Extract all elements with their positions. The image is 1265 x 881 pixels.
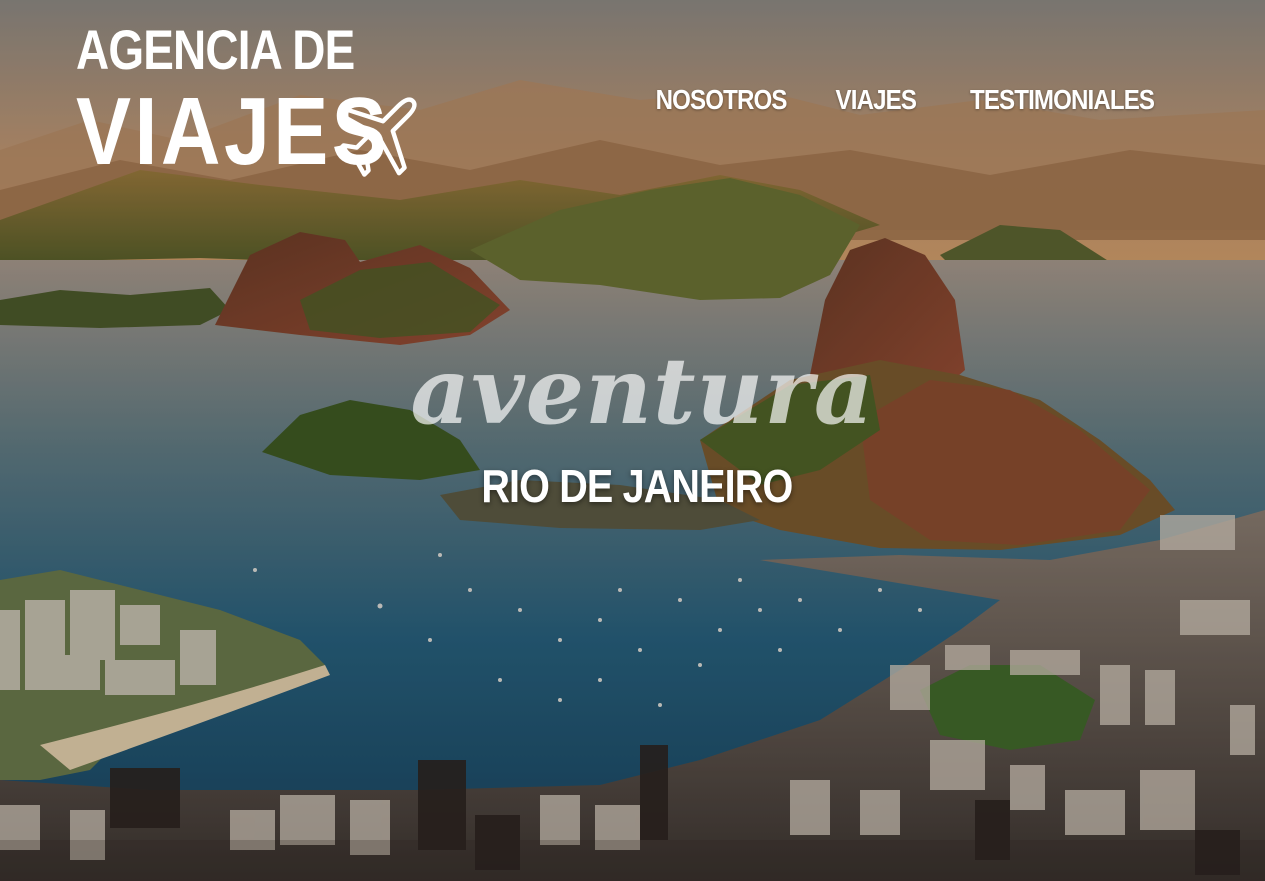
logo[interactable]: AGENCIA DE VIAJES xyxy=(76,20,436,185)
main-navigation: NOSOTROS VIAJES TESTIMONIALES xyxy=(645,82,1169,118)
hero-city-label: RIO DE JANEIRO xyxy=(480,460,793,512)
hero-city-title: RIO DE JANEIRO xyxy=(0,458,1265,514)
hero-script-heading: aventura xyxy=(410,337,875,445)
nav-link-testimoniales[interactable]: TESTIMONIALES xyxy=(970,82,1155,118)
airplane-icon xyxy=(337,97,417,177)
logo-title-line1: AGENCIA DE xyxy=(76,18,355,81)
nav-link-viajes[interactable]: VIAJES xyxy=(836,82,917,118)
nav-link-nosotros[interactable]: NOSOTROS xyxy=(656,82,788,118)
